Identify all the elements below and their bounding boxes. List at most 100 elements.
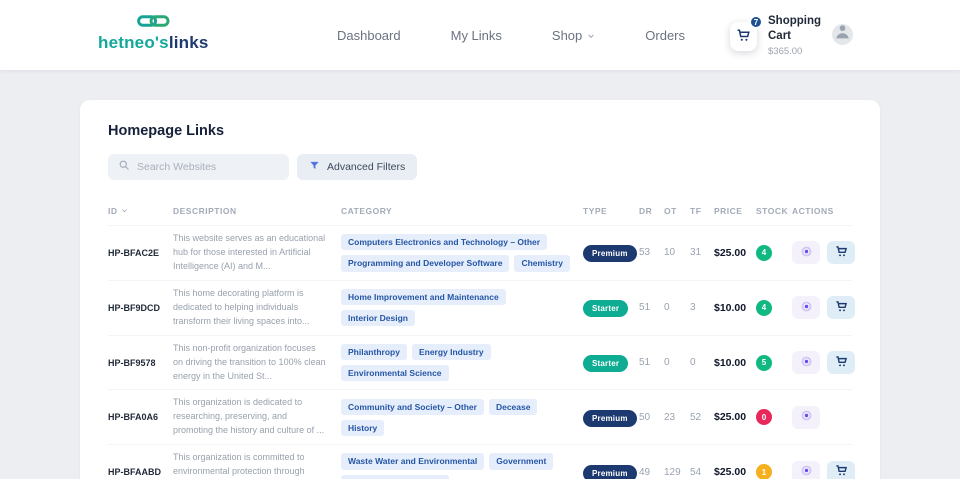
column-header-id[interactable]: ID	[108, 206, 173, 216]
homepage-links-card: Homepage Links Advanced Filters ID DESCR…	[80, 100, 880, 479]
row-stock: 4	[756, 244, 792, 261]
column-header-price: PRICE	[714, 206, 743, 216]
table-row: HP-BF9578 This non-profit organization fo…	[108, 334, 855, 390]
row-dr-value: 51	[639, 357, 651, 369]
row-description: This website serves as an educational hu…	[173, 233, 326, 271]
page-title: Homepage Links	[108, 123, 225, 139]
search-input[interactable]	[137, 161, 279, 173]
cart-button[interactable]: 7	[730, 15, 763, 51]
add-to-cart-button[interactable]	[827, 351, 855, 375]
nav-item-orders[interactable]: Orders	[645, 28, 685, 43]
table-row: HP-BFAABD This organization is committed …	[108, 444, 855, 479]
category-tag: History	[341, 419, 385, 437]
row-description: This home decorating platform is dedicat…	[173, 287, 310, 326]
table-body: HP-BFAC2E This website serves as an educa…	[108, 225, 855, 479]
chevron-down-icon	[587, 28, 595, 43]
column-header-actions: ACTIONS	[792, 206, 834, 216]
add-to-cart-button[interactable]	[827, 460, 855, 479]
row-description: This organization is dedicated to resear…	[173, 397, 325, 436]
shopping-cart-widget: 7 Shopping Cart $365.00	[730, 14, 826, 57]
sort-chevron-icon	[121, 206, 128, 216]
column-header-dr: DR	[639, 206, 653, 216]
table-row: HP-BF9DCD This home decorating platform i…	[108, 279, 855, 335]
row-price: $25.00	[714, 411, 747, 424]
nav-item-my-links[interactable]: My Links	[451, 28, 502, 43]
category-tag: Chemistry	[514, 255, 571, 272]
row-type: Starter	[583, 353, 639, 373]
category-tag: Philanthropy	[341, 343, 407, 361]
type-badge: Premium	[583, 409, 637, 427]
row-categories: Home Improvement and Maintenance Interior…	[341, 289, 583, 327]
type-badge: Starter	[583, 355, 629, 373]
category-tag: Programming and Developer Software	[341, 255, 510, 272]
row-ot-value: 10	[664, 247, 676, 259]
view-link-button[interactable]	[792, 460, 820, 479]
row-tf-value: 52	[690, 411, 702, 423]
stock-badge: 4	[756, 244, 772, 261]
cart-label: Shopping Cart	[768, 15, 822, 42]
chain-link-icon	[136, 13, 170, 34]
user-avatar[interactable]	[832, 24, 853, 45]
cart-count-badge: 7	[749, 15, 763, 29]
row-id: HP-BFAC2E	[108, 247, 160, 258]
shopping-cart-icon	[736, 28, 751, 46]
category-tag: Computers Electronics and Technology – O…	[341, 234, 548, 251]
row-categories: Community and Society – Other Decease Hist…	[341, 398, 583, 437]
column-header-description: DESCRIPTION	[173, 206, 237, 216]
top-navigation-bar: hetneo'slinks Dashboard My Links Shop Or…	[0, 0, 960, 70]
row-type: Premium	[583, 243, 639, 263]
view-link-button[interactable]	[792, 296, 820, 320]
category-tag: Interior Design	[341, 310, 415, 327]
filter-funnel-icon	[309, 160, 320, 174]
add-to-cart-button[interactable]	[827, 296, 855, 320]
category-tag: Government	[489, 453, 554, 470]
category-tag: Energy Industry	[411, 343, 491, 361]
advanced-filters-button[interactable]: Advanced Filters	[297, 154, 418, 180]
category-tag: Environmental Science	[341, 365, 449, 382]
row-price: $25.00	[714, 246, 747, 259]
view-link-button[interactable]	[792, 241, 820, 265]
column-header-type: TYPE	[583, 206, 608, 216]
row-id: HP-BF9DCD	[108, 302, 161, 313]
row-description: This non-profit organization focuses on …	[173, 342, 326, 381]
stock-badge: 5	[756, 354, 772, 371]
row-stock: 0	[756, 409, 792, 426]
category-tag: Waste Water and Environmental	[341, 453, 485, 470]
stock-badge: 4	[756, 299, 772, 316]
type-badge: Premium	[583, 245, 637, 263]
row-actions	[792, 351, 855, 375]
eye-icon	[800, 355, 813, 371]
view-link-button[interactable]	[792, 351, 820, 375]
row-dr-value: 51	[639, 302, 651, 314]
add-to-cart-button[interactable]	[827, 241, 855, 265]
category-tag: Home Improvement and Maintenance	[341, 289, 506, 306]
column-header-ot: OT	[664, 206, 677, 216]
row-actions	[792, 296, 855, 320]
row-stock: 5	[756, 354, 792, 371]
nav-item-dashboard[interactable]: Dashboard	[337, 28, 401, 43]
view-link-button[interactable]	[792, 405, 820, 429]
row-type: Starter	[583, 298, 639, 318]
category-tag: Community and Society – Other	[341, 398, 484, 415]
table-header-row: ID DESCRIPTION CATEGORY TYPE DR OT TF PR…	[108, 206, 852, 225]
row-actions	[792, 460, 855, 479]
row-dr-value: 49	[639, 466, 651, 478]
eye-icon	[800, 409, 813, 425]
row-tf-value: 3	[690, 302, 696, 314]
stock-badge: 0	[756, 409, 772, 426]
stock-badge: 1	[756, 464, 772, 479]
row-actions	[792, 405, 852, 429]
table-row: HP-BFA0A6 This organization is dedicated …	[108, 389, 852, 444]
eye-icon	[800, 300, 813, 316]
brand-logo[interactable]: hetneo'slinks	[98, 13, 209, 53]
row-tf-value: 0	[690, 357, 696, 369]
row-tf-value: 31	[690, 247, 702, 259]
row-dr-value: 50	[639, 411, 651, 423]
row-ot-value: 0	[664, 302, 670, 314]
nav-item-shop[interactable]: Shop	[552, 28, 595, 43]
column-header-tf: TF	[690, 206, 702, 216]
cart-icon	[835, 355, 848, 371]
row-type: Premium	[583, 408, 639, 427]
column-header-category: CATEGORY	[341, 206, 393, 216]
row-id: HP-BFAABD	[108, 467, 161, 478]
